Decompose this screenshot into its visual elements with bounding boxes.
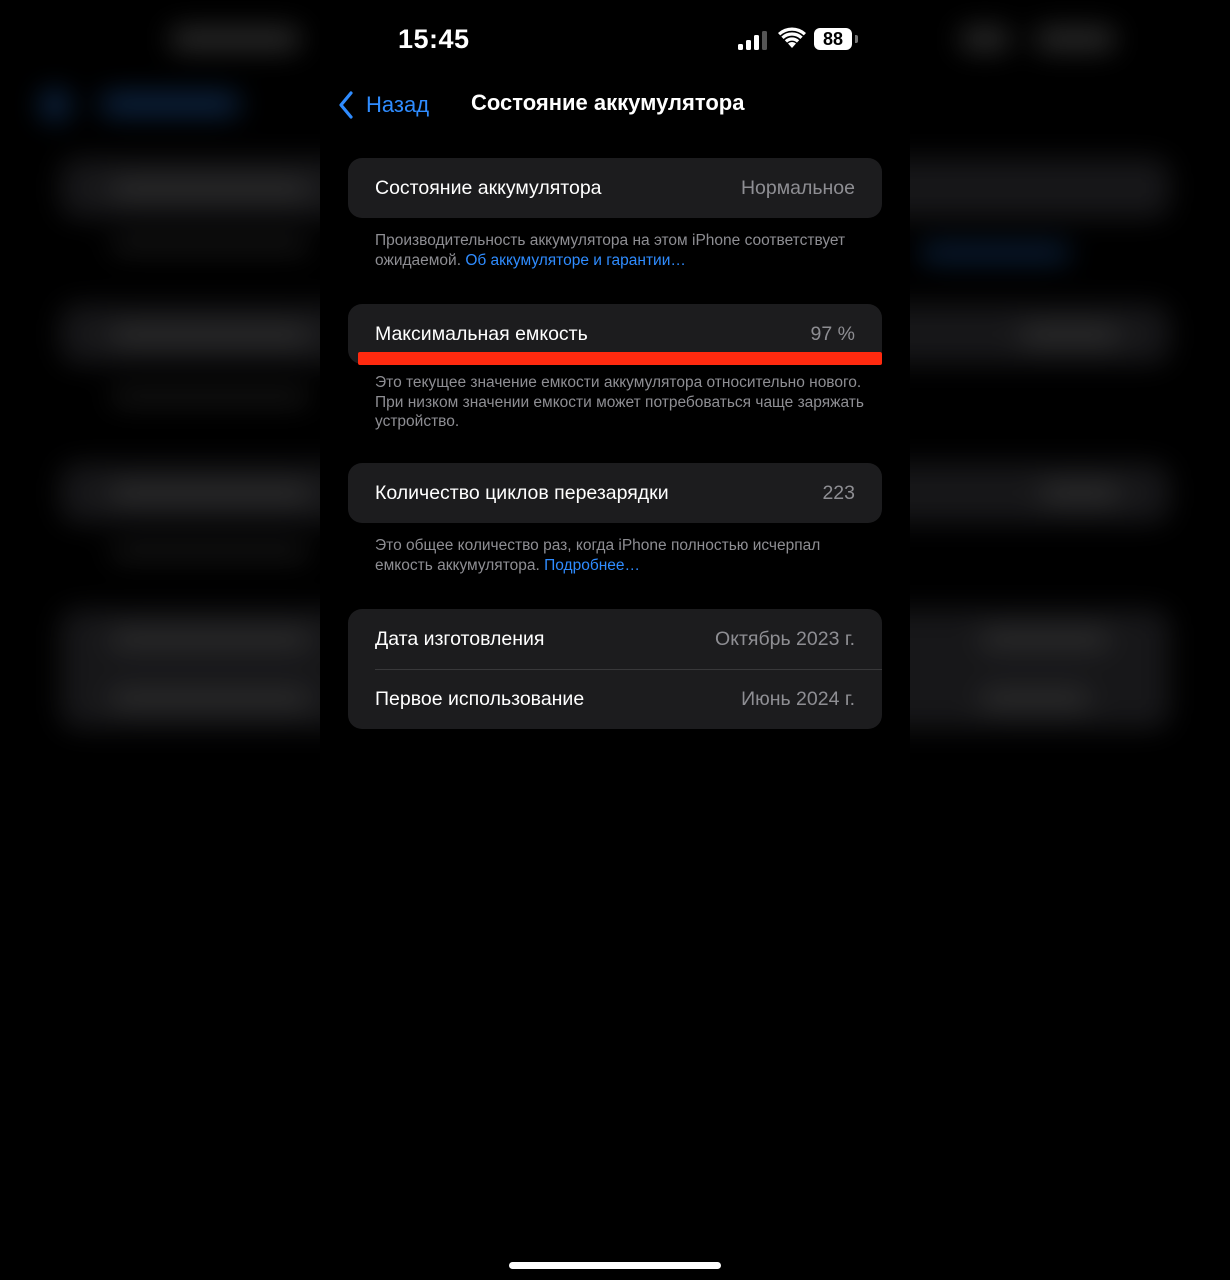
wifi-icon	[778, 27, 806, 48]
back-label: Назад	[366, 92, 430, 117]
status-time: 15:45	[398, 24, 470, 54]
battery-condition-value: Нормальное	[740, 176, 855, 199]
signal-bar	[754, 35, 759, 50]
red-highlight-underline	[358, 352, 882, 365]
navigation-bar: Назад Состояние аккумулятора	[320, 80, 910, 130]
first-use-value: Июнь 2024 г.	[741, 687, 855, 710]
home-indicator[interactable]	[509, 1262, 721, 1269]
signal-bar	[738, 44, 743, 50]
cellular-signal-icon	[738, 30, 770, 50]
battery-condition-card: Состояние аккумулятора Нормальное	[348, 158, 882, 218]
max-capacity-value: 97 %	[810, 322, 855, 345]
battery-condition-label: Состояние аккумулятора	[375, 176, 602, 199]
settings-panel: 15:45 88 Назад Состояние аккумулятора Со…	[320, 0, 910, 760]
battery-warranty-link[interactable]: Об аккумуляторе и гарантии…	[465, 252, 686, 269]
cycle-count-footnote: Это общее количество раз, когда iPhone п…	[375, 536, 865, 575]
learn-more-link[interactable]: Подробнее…	[544, 557, 640, 574]
cycle-count-row: Количество циклов перезарядки 223	[348, 463, 882, 523]
max-capacity-footnote: Это текущее значение емкости аккумулятор…	[375, 373, 865, 432]
dates-card: Дата изготовления Октябрь 2023 г. Первое…	[348, 609, 882, 729]
back-button[interactable]: Назад	[338, 88, 429, 122]
cycle-count-value: 223	[822, 481, 855, 504]
signal-bar	[762, 30, 767, 50]
page-title: Состояние аккумулятора	[471, 90, 745, 115]
cycle-count-card: Количество циклов перезарядки 223	[348, 463, 882, 523]
screen: 15:45 88 Назад Состояние аккумулятора Со…	[0, 0, 1230, 1280]
first-use-row: Первое использование Июнь 2024 г.	[348, 669, 882, 729]
battery-condition-footnote: Производительность аккумулятора на этом …	[375, 231, 865, 270]
battery-tip	[855, 35, 858, 43]
manufacture-date-label: Дата изготовления	[375, 627, 545, 650]
max-capacity-label: Максимальная емкость	[375, 322, 588, 345]
manufacture-date-row: Дата изготовления Октябрь 2023 г.	[348, 609, 882, 669]
max-capacity-footnote-text: Это текущее значение емкости аккумулятор…	[375, 374, 864, 430]
battery-icon: 88	[814, 28, 852, 50]
signal-bar	[746, 39, 751, 50]
manufacture-date-value: Октябрь 2023 г.	[715, 627, 855, 650]
status-bar: 15:45 88	[320, 0, 910, 80]
cycle-count-label: Количество циклов перезарядки	[375, 481, 669, 504]
first-use-label: Первое использование	[375, 687, 585, 710]
battery-condition-row: Состояние аккумулятора Нормальное	[348, 158, 882, 218]
chevron-left-icon	[339, 91, 353, 119]
